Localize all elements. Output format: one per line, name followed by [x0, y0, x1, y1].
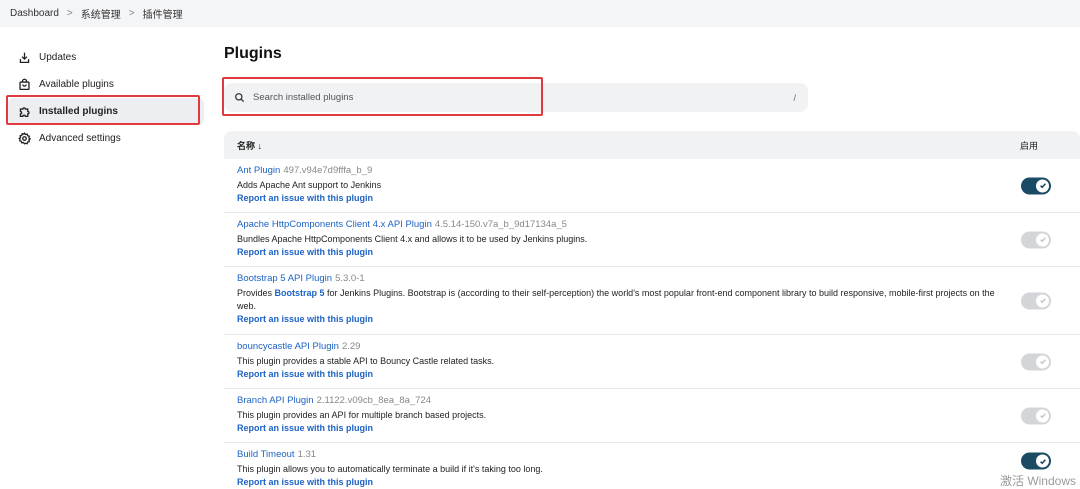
plugin-description: This plugin provides a stable API to Bou… [237, 356, 495, 366]
search-shortcut-hint: / [793, 92, 796, 103]
check-icon [1036, 233, 1049, 246]
plugin-version: 497.v94e7d9fffa_b_9 [283, 165, 373, 176]
table-row: Branch API Plugin 2.1122.v09cb_8ea_8a_724… [224, 389, 1080, 443]
column-header-name[interactable]: 名称 ↓ [224, 139, 1020, 152]
column-header-enabled: 启用 [1020, 140, 1039, 151]
enabled-toggle[interactable] [1021, 292, 1051, 309]
gear-icon [17, 132, 31, 146]
shopping-bag-icon [17, 78, 31, 92]
report-issue-link[interactable]: Report an issue with this plugin [237, 314, 1010, 324]
plugin-name-link[interactable]: Build Timeout [237, 449, 295, 460]
breadcrumb-separator: > [66, 8, 73, 19]
bootstrap-link[interactable]: Bootstrap 5 [275, 288, 325, 298]
table-row: Build Timeout 1.31 This plugin allows you… [224, 443, 1080, 489]
breadcrumb-separator: > [128, 8, 135, 19]
plugin-name-link[interactable]: Ant Plugin [237, 165, 280, 176]
plugin-description: This plugin allows you to automatically … [237, 464, 543, 474]
plugin-version: 1.31 [297, 449, 317, 460]
enabled-toggle[interactable] [1021, 177, 1051, 194]
plugin-version: 4.5.14-150.v7a_b_9d17134a_5 [434, 219, 567, 230]
breadcrumb: Dashboard > 系统管理 > 插件管理 [0, 0, 1080, 27]
sidebar-item-available-plugins[interactable]: Available plugins [8, 71, 204, 98]
windows-activation-watermark: 激活 Windows [999, 474, 1076, 488]
check-icon [1036, 454, 1049, 468]
plugin-version: 5.3.0-1 [335, 273, 365, 284]
sidebar-item-label: Available plugins [39, 79, 114, 90]
plugin-version: 2.29 [341, 341, 361, 352]
table-row: Bootstrap 5 API Plugin 5.3.0-1 Provides B… [224, 267, 1080, 335]
report-issue-link[interactable]: Report an issue with this plugin [237, 247, 1010, 257]
check-icon [1036, 294, 1049, 307]
enabled-toggle[interactable] [1021, 452, 1051, 470]
plugin-name-link[interactable]: Branch API Plugin [237, 395, 314, 406]
sidebar-item-label: Advanced settings [39, 133, 121, 144]
report-issue-link[interactable]: Report an issue with this plugin [237, 193, 1010, 203]
enabled-toggle[interactable] [1021, 353, 1051, 370]
plugin-version: 2.1122.v09cb_8ea_8a_724 [316, 395, 432, 406]
highlight-box-installed-plugins [6, 95, 200, 125]
report-issue-link[interactable]: Report an issue with this plugin [237, 423, 1010, 433]
enabled-toggle[interactable] [1021, 231, 1051, 248]
breadcrumb-plugin-management[interactable]: 插件管理 [143, 6, 183, 21]
breadcrumb-dashboard[interactable]: Dashboard [10, 8, 59, 19]
plugin-description: Adds Apache Ant support to Jenkins [237, 180, 382, 190]
plugin-description: Bundles Apache HttpComponents Client 4.x… [237, 234, 588, 244]
table-row: Ant Plugin 497.v94e7d9fffa_b_9 Adds Apach… [224, 159, 1080, 213]
plugins-table: 名称 ↓ 启用 Ant Plugin 497.v94e7d9fffa_b_9 Ad… [224, 131, 1080, 489]
check-icon [1036, 409, 1049, 422]
report-issue-link[interactable]: Report an issue with this plugin [237, 369, 1010, 379]
table-row: Apache HttpComponents Client 4.x API Plu… [224, 213, 1080, 267]
check-icon [1036, 355, 1049, 368]
highlight-box-search [222, 77, 543, 116]
table-row: bouncycastle API Plugin 2.29 This plugin … [224, 335, 1080, 389]
description-text: for Jenkins Plugins. Bootstrap is (accor… [237, 288, 995, 311]
table-header: 名称 ↓ 启用 [224, 131, 1080, 159]
description-text: Provides [237, 288, 275, 298]
check-icon [1036, 179, 1049, 192]
sidebar-item-label: Updates [39, 52, 77, 63]
plugin-name-link[interactable]: Apache HttpComponents Client 4.x API Plu… [237, 219, 432, 230]
page-title: Plugins [224, 45, 282, 62]
plugin-name-link[interactable]: Bootstrap 5 API Plugin [237, 273, 332, 284]
enabled-toggle[interactable] [1021, 407, 1051, 424]
report-issue-link[interactable]: Report an issue with this plugin [237, 477, 1010, 487]
breadcrumb-system-management[interactable]: 系统管理 [81, 6, 121, 21]
plugin-description: This plugin provides an API for multiple… [237, 410, 487, 420]
sidebar-item-advanced-settings[interactable]: Advanced settings [8, 125, 204, 152]
plugin-description: Provides Bootstrap 5 for Jenkins Plugins… [237, 287, 1010, 313]
plugin-name-link[interactable]: bouncycastle API Plugin [237, 341, 339, 352]
sidebar-item-updates[interactable]: Updates [8, 44, 204, 71]
download-icon [17, 51, 31, 65]
